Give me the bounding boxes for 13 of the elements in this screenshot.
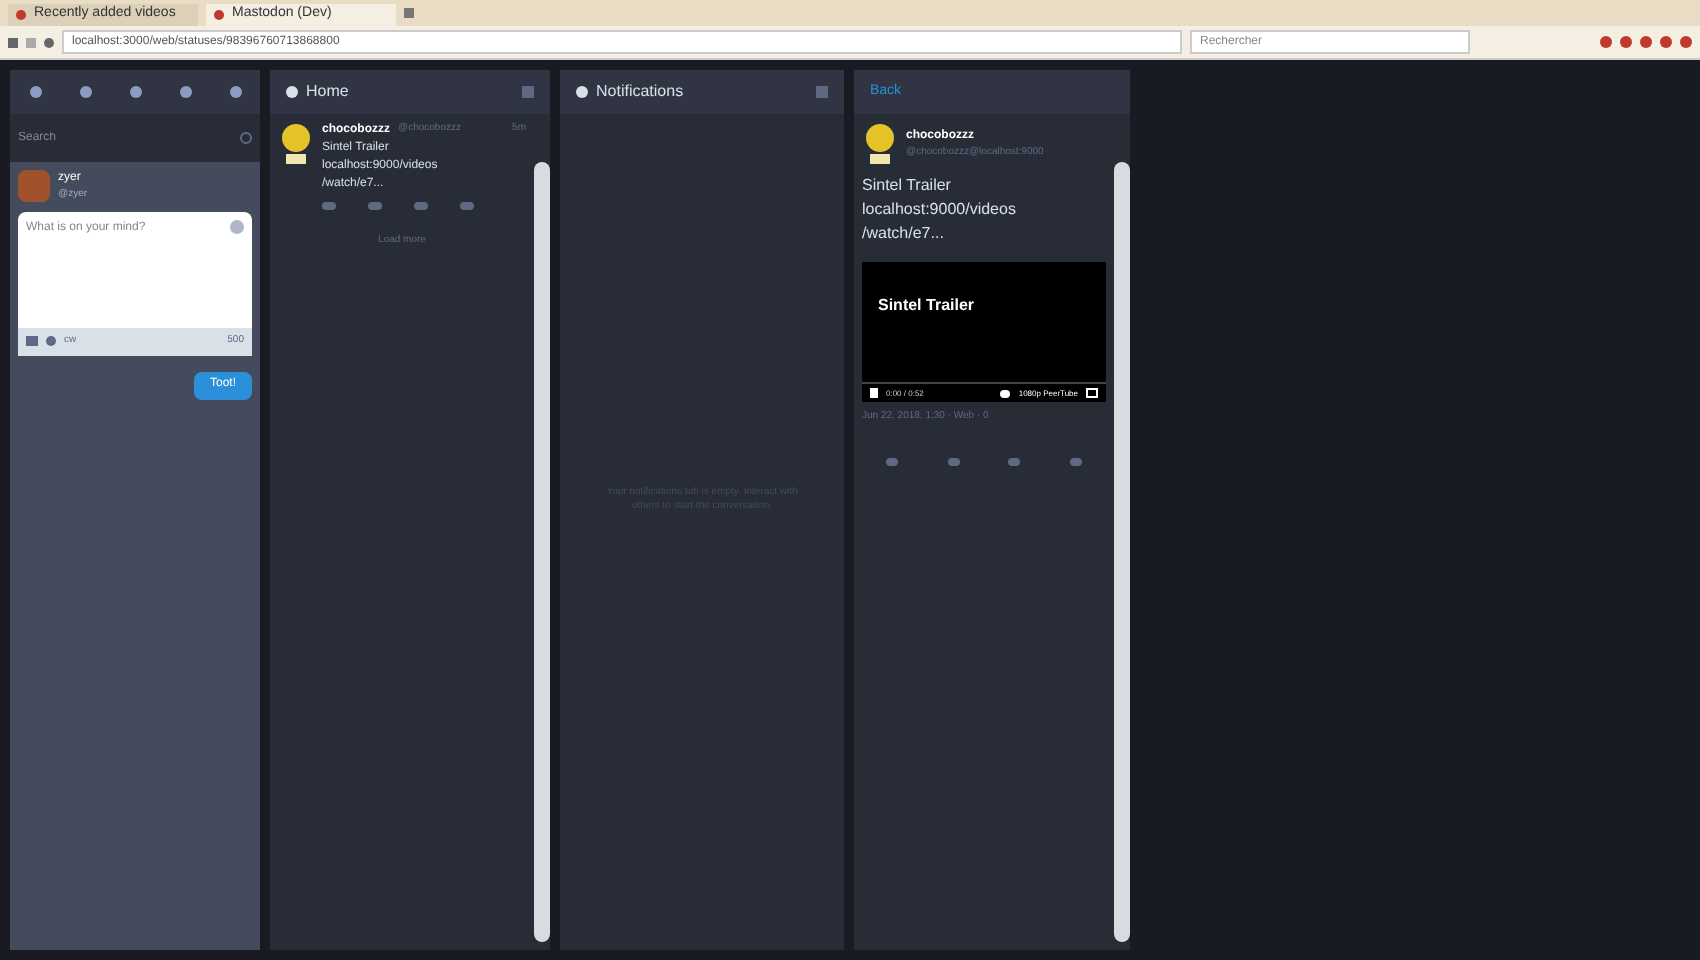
favicon-icon[interactable] bbox=[16, 10, 26, 20]
column-title: Home bbox=[306, 80, 349, 104]
status-text: Sintel Trailer bbox=[862, 174, 953, 198]
favicon-icon[interactable] bbox=[214, 10, 224, 20]
column-title: Notifications bbox=[596, 80, 684, 104]
avatar[interactable] bbox=[18, 170, 50, 203]
scrollbar[interactable] bbox=[1114, 162, 1130, 942]
search-button[interactable] bbox=[232, 114, 260, 162]
search-icon[interactable] bbox=[240, 132, 252, 144]
video-title: Sintel Trailer bbox=[878, 296, 975, 314]
scrollbar[interactable] bbox=[534, 162, 550, 942]
status-text: localhost:9000/videos bbox=[862, 198, 1018, 222]
status-text: /watch/e7... bbox=[862, 222, 946, 246]
